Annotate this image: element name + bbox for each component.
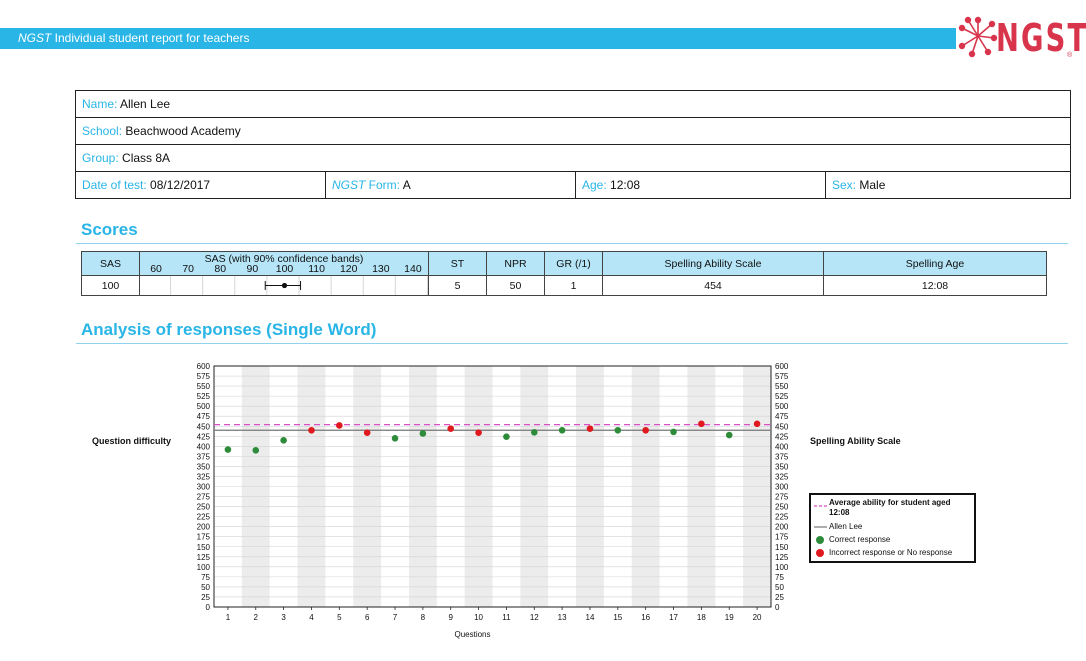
y-tick-label-right: 175 bbox=[775, 533, 789, 542]
correct-response-point bbox=[614, 426, 622, 434]
x-tick-label: 16 bbox=[641, 613, 650, 622]
y-tick-label-left: 250 bbox=[197, 503, 211, 512]
x-tick-label: 12 bbox=[530, 613, 539, 622]
x-tick-label: 13 bbox=[558, 613, 567, 622]
correct-response-point bbox=[280, 437, 287, 444]
incorrect-response-point bbox=[475, 429, 482, 436]
x-tick-label: 3 bbox=[281, 613, 286, 622]
y-tick-label-left: 400 bbox=[197, 442, 211, 451]
y-tick-label-left: 200 bbox=[197, 523, 211, 532]
y-tick-label-left: 125 bbox=[197, 553, 211, 562]
y-tick-label-right: 50 bbox=[775, 583, 784, 592]
y-tick-label-left: 350 bbox=[197, 462, 211, 471]
y-tick-label-right: 500 bbox=[775, 402, 789, 411]
x-tick-label: 9 bbox=[448, 613, 453, 622]
y-tick-label-right: 25 bbox=[775, 593, 784, 602]
y-tick-label-right: 0 bbox=[775, 603, 780, 612]
y-tick-label-right: 325 bbox=[775, 472, 789, 481]
y-tick-label-left: 450 bbox=[197, 422, 211, 431]
x-tick-label: 4 bbox=[309, 613, 314, 622]
incorrect-response-point bbox=[586, 425, 594, 432]
incorrect-response-point bbox=[336, 422, 343, 429]
correct-response-point bbox=[670, 428, 677, 436]
x-tick-label: 7 bbox=[393, 613, 398, 622]
y-tick-label-left: 550 bbox=[197, 382, 211, 391]
x-tick-label: 17 bbox=[669, 613, 678, 622]
y-tick-label-right: 450 bbox=[775, 422, 789, 431]
y-tick-label-left: 525 bbox=[197, 392, 211, 401]
incorrect-response-point bbox=[753, 420, 761, 428]
y-tick-label-left: 75 bbox=[201, 573, 210, 582]
y-tick-label-left: 300 bbox=[197, 483, 211, 492]
y-tick-label-right: 525 bbox=[775, 392, 789, 401]
x-tick-label: 15 bbox=[613, 613, 622, 622]
y-tick-label-left: 150 bbox=[197, 543, 211, 552]
y-tick-label-left: 575 bbox=[197, 372, 211, 381]
y-tick-label-right: 275 bbox=[775, 493, 789, 502]
x-tick-label: 20 bbox=[753, 613, 762, 622]
x-tick-label: 11 bbox=[502, 613, 511, 622]
y-tick-label-right: 375 bbox=[775, 452, 789, 461]
x-tick-label: 19 bbox=[725, 613, 734, 622]
correct-response-point bbox=[725, 431, 733, 439]
x-tick-label: 14 bbox=[586, 613, 595, 622]
correct-response-point bbox=[530, 428, 538, 436]
y-tick-label-right: 100 bbox=[775, 563, 789, 572]
y-tick-label-right: 200 bbox=[775, 523, 789, 532]
incorrect-response-point bbox=[308, 426, 315, 434]
y-tick-label-right: 125 bbox=[775, 553, 789, 562]
x-tick-label: 18 bbox=[697, 613, 706, 622]
y-tick-label-left: 0 bbox=[206, 603, 211, 612]
incorrect-response-point bbox=[642, 426, 649, 434]
y-tick-label-right: 550 bbox=[775, 382, 789, 391]
y-tick-label-right: 425 bbox=[775, 432, 789, 441]
correct-response-point bbox=[503, 433, 510, 440]
y-tick-label-right: 225 bbox=[775, 513, 789, 522]
correct-response-point bbox=[391, 435, 399, 442]
correct-response-point bbox=[558, 426, 566, 434]
y-tick-label-right: 350 bbox=[775, 462, 789, 471]
x-tick-label: 10 bbox=[474, 613, 483, 622]
incorrect-response-point bbox=[447, 425, 455, 432]
x-tick-label: 1 bbox=[226, 613, 231, 622]
y-tick-label-left: 600 bbox=[197, 362, 211, 371]
y-tick-label-left: 100 bbox=[197, 563, 211, 572]
correct-response-point bbox=[252, 447, 260, 454]
correct-response-point bbox=[419, 430, 427, 437]
y-tick-label-right: 400 bbox=[775, 442, 789, 451]
y-tick-label-left: 50 bbox=[201, 583, 210, 592]
y-tick-label-right: 150 bbox=[775, 543, 789, 552]
y-tick-label-left: 225 bbox=[197, 513, 211, 522]
y-tick-label-left: 175 bbox=[197, 533, 211, 542]
y-tick-label-right: 300 bbox=[775, 483, 789, 492]
y-tick-label-left: 375 bbox=[197, 452, 211, 461]
y-tick-label-left: 25 bbox=[201, 593, 210, 602]
x-axis-label: Questions bbox=[454, 630, 490, 639]
y-tick-label-right: 250 bbox=[775, 503, 789, 512]
y-tick-label-left: 475 bbox=[197, 412, 211, 421]
y-tick-label-right: 600 bbox=[775, 362, 789, 371]
y-tick-label-left: 425 bbox=[197, 432, 211, 441]
y-tick-label-left: 325 bbox=[197, 472, 211, 481]
incorrect-response-point bbox=[363, 429, 371, 436]
y-tick-label-left: 275 bbox=[197, 493, 211, 502]
x-tick-label: 5 bbox=[337, 613, 342, 622]
incorrect-response-point bbox=[698, 420, 705, 428]
x-tick-label: 2 bbox=[254, 613, 259, 622]
correct-response-point bbox=[224, 446, 232, 453]
x-tick-label: 6 bbox=[365, 613, 370, 622]
y-tick-label-right: 475 bbox=[775, 412, 789, 421]
chart-legend: Average ability for student aged 12:08 A… bbox=[809, 493, 976, 563]
y-tick-label-left: 500 bbox=[197, 402, 211, 411]
x-tick-label: 8 bbox=[421, 613, 426, 622]
y-tick-label-right: 575 bbox=[775, 372, 789, 381]
y-tick-label-right: 75 bbox=[775, 573, 784, 582]
